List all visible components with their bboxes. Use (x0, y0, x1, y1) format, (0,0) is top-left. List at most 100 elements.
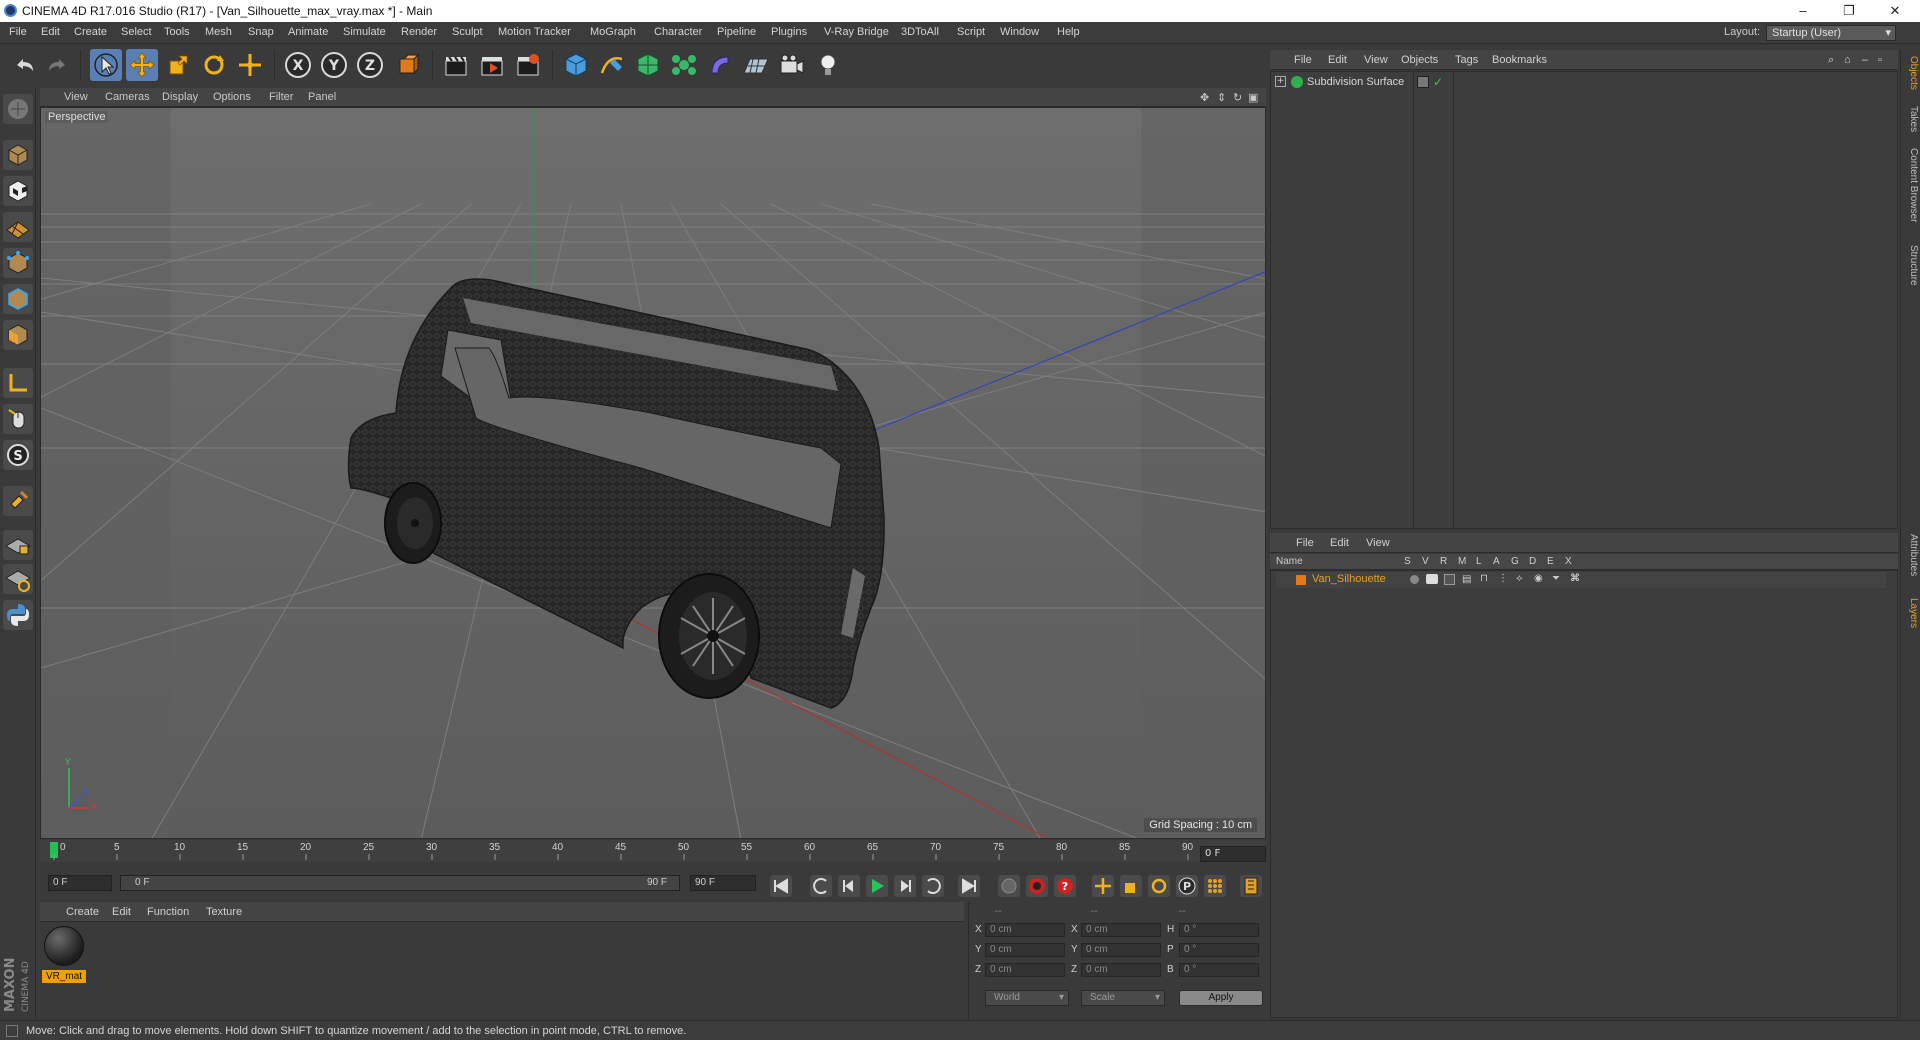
object-menu-objects[interactable]: Objects (1401, 54, 1438, 66)
expression-toggle-icon[interactable]: ⏷ (1552, 573, 1560, 584)
select-tool-button[interactable] (90, 49, 122, 81)
viewport-menu-display[interactable]: Display (162, 91, 198, 103)
add-camera-button[interactable] (776, 49, 808, 81)
add-spline-button[interactable] (596, 49, 628, 81)
z-axis-lock-button[interactable]: Z (354, 49, 386, 81)
search-icon[interactable]: ⌕ (1828, 54, 1834, 67)
layer-visibility-icon[interactable] (1417, 76, 1429, 88)
magnet-button[interactable] (3, 486, 33, 516)
layer-color-swatch[interactable] (1296, 575, 1306, 585)
model-mode-button[interactable] (3, 140, 33, 170)
menu-create[interactable]: Create (74, 26, 107, 38)
record-button[interactable] (1026, 875, 1048, 897)
menu-snap[interactable]: Snap (248, 26, 274, 38)
previous-key-button[interactable] (810, 875, 832, 897)
key-rotation-button[interactable] (1148, 875, 1170, 897)
menu-plugins[interactable]: Plugins (771, 26, 807, 38)
material-menu-function[interactable]: Function (147, 906, 189, 918)
add-mograph-button[interactable] (668, 49, 700, 81)
render-settings-button[interactable] (512, 49, 544, 81)
coord-pos-y-field[interactable]: 0 cm (985, 943, 1065, 957)
size-mode-dropdown[interactable]: Scale ▾ (1081, 990, 1165, 1006)
workplane-mode-button[interactable] (3, 212, 33, 242)
play-button[interactable] (866, 875, 888, 897)
menu-animate[interactable]: Animate (288, 26, 328, 38)
object-menu-tags[interactable]: Tags (1455, 54, 1478, 66)
python-button[interactable] (3, 600, 33, 630)
menu-help[interactable]: Help (1057, 26, 1080, 38)
layer-manager-list[interactable] (1270, 570, 1898, 1018)
planar-workplane-button[interactable] (3, 564, 33, 594)
add-floor-button[interactable] (740, 49, 772, 81)
coord-rot-b-field[interactable]: 0 ° (1179, 963, 1259, 977)
coord-rot-h-field[interactable]: 0 ° (1179, 923, 1259, 937)
viewport-menu-view[interactable]: View (64, 91, 88, 103)
object-menu-file[interactable]: File (1294, 54, 1312, 66)
timeline-window-button[interactable] (1240, 875, 1262, 897)
viewport-menu-cameras[interactable]: Cameras (105, 91, 150, 103)
menu-sculpt[interactable]: Sculpt (452, 26, 483, 38)
layer-menu-file[interactable]: File (1296, 537, 1314, 549)
scale-tool-button[interactable] (162, 49, 194, 81)
menu-file[interactable]: File (9, 26, 27, 38)
menu-window[interactable]: Window (1000, 26, 1039, 38)
undo-button[interactable] (8, 49, 40, 81)
layer-name[interactable]: Van_Silhouette (1312, 573, 1386, 585)
key-pla-button[interactable] (1204, 875, 1226, 897)
texture-mode-button[interactable] (3, 176, 33, 206)
side-tab-takes[interactable]: Takes (1903, 106, 1919, 132)
add-cube-button[interactable] (560, 49, 592, 81)
material-menu-create[interactable]: Create (66, 906, 99, 918)
move-tool-button[interactable] (126, 49, 158, 81)
object-menu-view[interactable]: View (1364, 54, 1388, 66)
current-frame-field[interactable]: 0 F (48, 875, 112, 891)
object-menu-edit[interactable]: Edit (1328, 54, 1347, 66)
menu-render[interactable]: Render (401, 26, 437, 38)
minimize-panel-icon[interactable]: – (1862, 54, 1868, 66)
menu-vray-bridge[interactable]: V-Ray Bridge (824, 26, 889, 38)
material-menu-texture[interactable]: Texture (206, 906, 242, 918)
snap-button[interactable]: S (3, 440, 33, 470)
home-icon[interactable]: ⌂ (1844, 54, 1851, 66)
side-tab-objects[interactable]: Objects (1903, 56, 1919, 90)
coordinate-system-button[interactable] (392, 49, 424, 81)
menu-3dtoall[interactable]: 3DToAll (901, 26, 939, 38)
maximize-panel-icon[interactable]: ▫ (1878, 54, 1882, 66)
viewport-pan-icon[interactable]: ✥ (1200, 91, 1209, 104)
animation-toggle-icon[interactable]: ⋮ (1498, 573, 1508, 584)
redo-button[interactable] (42, 49, 74, 81)
viewport-perspective[interactable]: Perspective Y X Z Grid Spacing : 10 cm (40, 107, 1266, 839)
side-tab-attributes[interactable]: Attributes (1903, 534, 1919, 576)
go-to-end-button[interactable] (958, 875, 980, 897)
layer-row-van-silhouette[interactable]: Van_Silhouette ▤ ⊓ ⋮ ⟡ ◉ ⏷ ⌘ (1276, 572, 1886, 588)
render-view-button[interactable] (440, 49, 472, 81)
key-scale-button[interactable] (1120, 875, 1142, 897)
add-deformer-button[interactable] (704, 49, 736, 81)
menu-mesh[interactable]: Mesh (205, 26, 232, 38)
max-frame-field[interactable]: 90 F (690, 875, 756, 891)
object-name[interactable]: Subdivision Surface (1307, 76, 1404, 88)
menu-tools[interactable]: Tools (164, 26, 190, 38)
manager-toggle-icon[interactable]: ▤ (1462, 574, 1473, 585)
viewport-zoom-icon[interactable]: ⇕ (1217, 91, 1226, 104)
xref-toggle-icon[interactable]: ⌘ (1570, 573, 1580, 584)
viewport-menu-options[interactable]: Options (213, 91, 251, 103)
live-selection-button[interactable] (234, 49, 266, 81)
key-position-button[interactable] (1092, 875, 1114, 897)
autokey-button[interactable]: ? (1054, 875, 1076, 897)
close-button[interactable]: ✕ (1872, 0, 1918, 22)
viewport-menu-panel[interactable]: Panel (308, 91, 336, 103)
tweak-mode-button[interactable] (3, 404, 33, 434)
next-frame-button[interactable] (894, 875, 916, 897)
viewport-menu-filter[interactable]: Filter (269, 91, 293, 103)
layer-menu-edit[interactable]: Edit (1330, 537, 1349, 549)
viewport-orbit-icon[interactable]: ↻ (1233, 91, 1242, 104)
coord-rot-p-field[interactable]: 0 ° (1179, 943, 1259, 957)
coord-pos-z-field[interactable]: 0 cm (985, 963, 1065, 977)
menu-character[interactable]: Character (654, 26, 702, 38)
material-preview-ball[interactable] (44, 926, 84, 966)
menu-simulate[interactable]: Simulate (343, 26, 386, 38)
minimize-button[interactable]: – (1780, 0, 1826, 22)
object-row-subdivision-surface[interactable]: + Subdivision Surface ✓ (1275, 75, 1891, 92)
menu-script[interactable]: Script (957, 26, 985, 38)
